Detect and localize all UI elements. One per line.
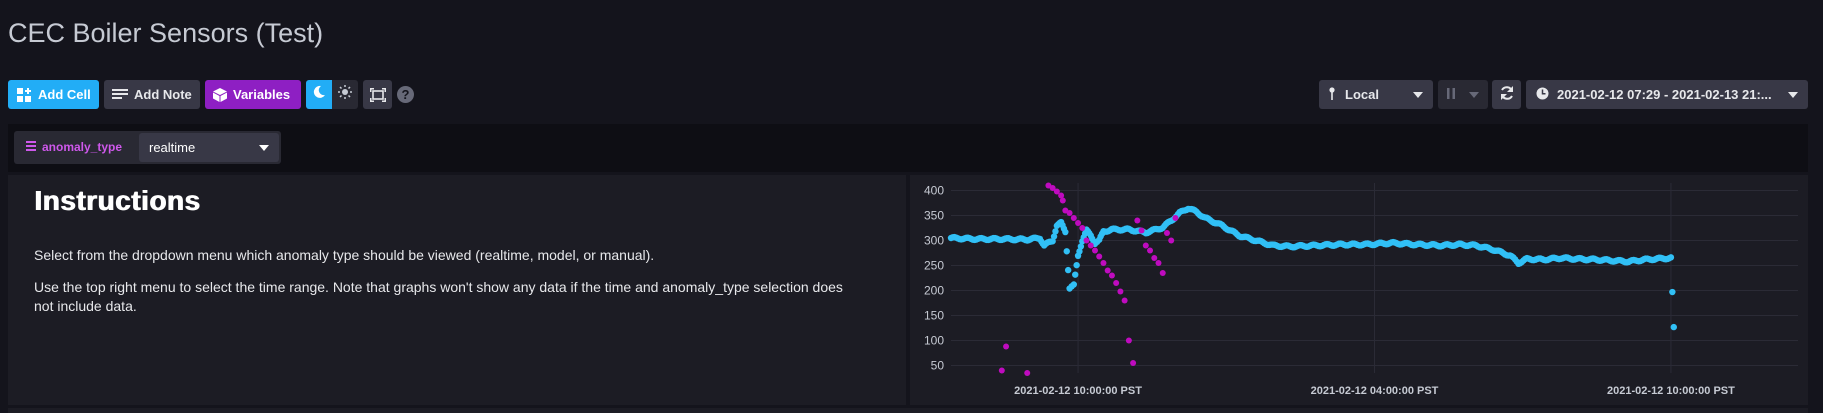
- chevron-down-icon: [1413, 91, 1423, 98]
- notes-paragraph: Use the top right menu to select the tim…: [34, 279, 843, 314]
- timezone-label: Local: [1345, 87, 1379, 102]
- data-point: [1070, 281, 1078, 288]
- anomaly-point: [1134, 217, 1141, 224]
- anomaly-point: [1172, 215, 1179, 221]
- data-point: [1670, 323, 1677, 331]
- variables-button[interactable]: Variables: [205, 80, 301, 109]
- anomaly-point: [1070, 215, 1077, 221]
- variable-name: anomaly_type: [26, 140, 122, 154]
- anomaly-point: [1104, 267, 1111, 274]
- anomaly-point: [1121, 297, 1128, 304]
- y-tick-label: 250: [924, 259, 944, 273]
- drag-handle-icon[interactable]: [26, 140, 36, 154]
- add-cell-button[interactable]: Add Cell: [8, 80, 99, 109]
- anomaly-point: [1096, 253, 1103, 260]
- anomaly-point: [1117, 288, 1124, 295]
- anomaly-point: [1138, 227, 1145, 234]
- data-point: [1064, 266, 1072, 274]
- anomaly-point: [1108, 272, 1115, 279]
- y-tick-label: 100: [924, 334, 944, 348]
- notes-paragraph: Select from the dropdown menu which anom…: [34, 247, 655, 263]
- chevron-down-icon: [259, 144, 269, 151]
- dark-mode-option[interactable]: [306, 80, 332, 109]
- anomaly-point: [1075, 220, 1082, 226]
- timezone-dropdown[interactable]: Local: [1319, 80, 1433, 109]
- y-tick-label: 200: [924, 284, 944, 298]
- anomaly-point: [1059, 197, 1066, 204]
- chevron-down-icon: [1788, 91, 1798, 98]
- anomaly-point: [1091, 247, 1098, 254]
- autorefresh-dropdown[interactable]: [1438, 80, 1488, 109]
- data-point: [1063, 248, 1070, 255]
- notes-heading: Instructions: [34, 185, 201, 216]
- variable-value-dropdown[interactable]: realtime: [139, 133, 279, 162]
- anomaly-point: [1083, 237, 1090, 244]
- data-point: [1073, 261, 1080, 269]
- add-cell-label: Add Cell: [38, 87, 91, 102]
- y-tick-label: 300: [924, 234, 944, 248]
- y-tick-label: 50: [931, 359, 945, 373]
- anomaly-point: [1066, 210, 1073, 216]
- data-point: [1062, 228, 1069, 236]
- time-range-dropdown[interactable]: 2021-02-12 07:29 - 2021-02-13 21:...: [1526, 80, 1808, 109]
- anomaly-point: [1142, 242, 1149, 249]
- y-tick-label: 150: [924, 309, 944, 323]
- data-point: [1052, 228, 1059, 235]
- anomaly-point: [998, 367, 1005, 374]
- x-tick-label: 2021-02-12 10:00:00 PST: [1014, 385, 1142, 397]
- anomaly-point: [1003, 343, 1010, 350]
- theme-toggle[interactable]: [306, 80, 358, 109]
- variable-value-label: realtime: [149, 140, 196, 155]
- data-point: [1669, 288, 1676, 296]
- anomaly-point: [1079, 225, 1086, 231]
- data-point: [1667, 254, 1675, 261]
- anomaly-point: [1151, 255, 1158, 261]
- variable-name-label: anomaly_type: [42, 140, 123, 154]
- anomaly-point: [1024, 370, 1031, 376]
- anomaly-point: [1159, 270, 1166, 276]
- variables-label: Variables: [233, 87, 291, 102]
- light-mode-option[interactable]: [332, 80, 358, 109]
- anomaly-point: [1168, 237, 1175, 244]
- moon-icon: [312, 85, 326, 104]
- x-tick-label: 2021-02-12 10:00:00 PST: [1607, 385, 1735, 397]
- clock-icon: [1536, 87, 1549, 103]
- x-tick-label: 2021-02-12 04:00:00 PST: [1311, 385, 1439, 397]
- add-cell-icon: [16, 87, 32, 103]
- y-tick-label: 400: [924, 184, 944, 198]
- note-icon: [112, 88, 128, 102]
- anomaly-point: [1130, 360, 1137, 366]
- add-note-label: Add Note: [134, 87, 192, 102]
- sun-icon: [338, 85, 352, 104]
- anomaly-point: [1147, 247, 1154, 254]
- dashboard-title: CEC Boiler Sensors (Test): [8, 18, 324, 48]
- refresh-icon: [1499, 85, 1515, 104]
- scatter-chart[interactable]: 400 350 300 250 200 150 100 50 2021-02-12 10:00:…: [910, 175, 1808, 405]
- pin-icon: [1329, 86, 1335, 103]
- add-note-button[interactable]: Add Note: [104, 80, 200, 109]
- anomaly-point: [1100, 260, 1107, 266]
- y-tick-label: 350: [924, 209, 944, 223]
- anomaly-point: [1163, 230, 1170, 236]
- data-point: [1072, 271, 1079, 278]
- anomaly-point: [1155, 260, 1162, 266]
- chevron-down-icon: [1469, 91, 1479, 98]
- cube-icon: [213, 87, 227, 102]
- presentation-mode-button[interactable]: [363, 80, 392, 109]
- expand-icon: [369, 87, 386, 102]
- refresh-button[interactable]: [1492, 80, 1521, 109]
- anomaly-point: [1125, 337, 1132, 344]
- time-range-label: 2021-02-12 07:29 - 2021-02-13 21:...: [1557, 87, 1772, 102]
- anomaly-point: [1113, 280, 1120, 286]
- next-cell-row: [8, 408, 1808, 413]
- anomaly-point: [1087, 242, 1094, 249]
- pause-icon: [1447, 87, 1455, 102]
- help-icon[interactable]: ?: [397, 86, 414, 103]
